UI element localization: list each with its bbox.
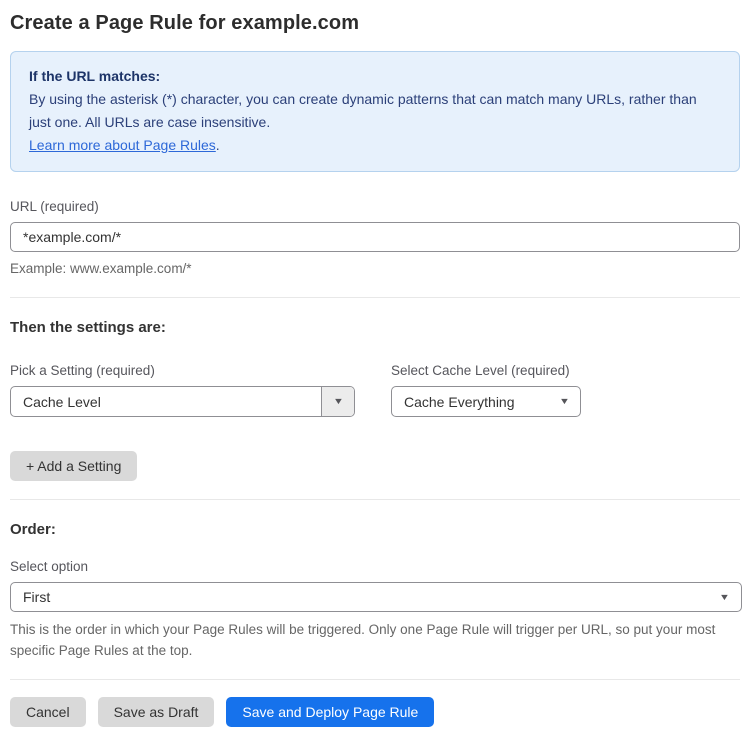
cache-level-select-value: Cache Everything bbox=[404, 393, 515, 410]
setting-picker-label: Pick a Setting (required) bbox=[10, 363, 155, 378]
cache-level-picker-group: Select Cache Level (required) Cache Ever… bbox=[391, 363, 581, 417]
order-select[interactable]: First ▼ bbox=[10, 582, 742, 612]
cache-level-select[interactable]: Cache Everything ▼ bbox=[391, 386, 581, 417]
chevron-down-icon: ▼ bbox=[548, 397, 580, 406]
chevron-down-icon[interactable]: ▼ bbox=[321, 387, 354, 416]
info-box-body: By using the asterisk (*) character, you… bbox=[29, 91, 697, 130]
order-select-value: First bbox=[23, 589, 51, 605]
arrow-glyph: ▼ bbox=[332, 396, 344, 406]
chevron-down-icon: ▼ bbox=[707, 591, 741, 602]
url-example-helper: Example: www.example.com/* bbox=[10, 261, 192, 276]
arrow-glyph: ▼ bbox=[558, 396, 570, 406]
page-rule-form: Create a Page Rule for example.com If th… bbox=[0, 0, 750, 739]
divider bbox=[10, 297, 740, 298]
setting-select[interactable]: Cache Level ▼ bbox=[10, 386, 355, 417]
settings-section-heading: Then the settings are: bbox=[10, 319, 166, 336]
cancel-button[interactable]: Cancel bbox=[10, 697, 86, 727]
order-select-label: Select option bbox=[10, 559, 89, 574]
settings-row: Pick a Setting (required) Cache Level ▼ … bbox=[10, 363, 740, 417]
cache-level-picker-label: Select Cache Level (required) bbox=[391, 363, 570, 378]
order-section-heading: Order: bbox=[10, 521, 56, 538]
arrow-glyph: ▼ bbox=[718, 591, 730, 602]
divider bbox=[10, 499, 740, 500]
divider bbox=[10, 679, 740, 680]
setting-picker-group: Pick a Setting (required) Cache Level ▼ bbox=[10, 363, 355, 417]
url-input[interactable] bbox=[10, 222, 740, 252]
order-helper-text: This is the order in which your Page Rul… bbox=[10, 622, 716, 658]
save-and-deploy-button[interactable]: Save and Deploy Page Rule bbox=[226, 697, 435, 727]
learn-more-link[interactable]: Learn more about Page Rules bbox=[29, 137, 216, 153]
link-suffix: . bbox=[215, 137, 220, 153]
save-as-draft-button[interactable]: Save as Draft bbox=[97, 697, 215, 727]
add-setting-button[interactable]: + Add a Setting bbox=[10, 451, 138, 481]
info-box-heading: If the URL matches: bbox=[29, 68, 161, 84]
actions-row: Cancel Save as Draft Save and Deploy Pag… bbox=[10, 697, 740, 739]
url-match-info-box: If the URL matches: By using the asteris… bbox=[10, 51, 740, 172]
setting-select-value: Cache Level bbox=[23, 393, 101, 410]
page-title: Create a Page Rule for example.com bbox=[10, 12, 360, 34]
url-field-label: URL (required) bbox=[10, 199, 99, 214]
